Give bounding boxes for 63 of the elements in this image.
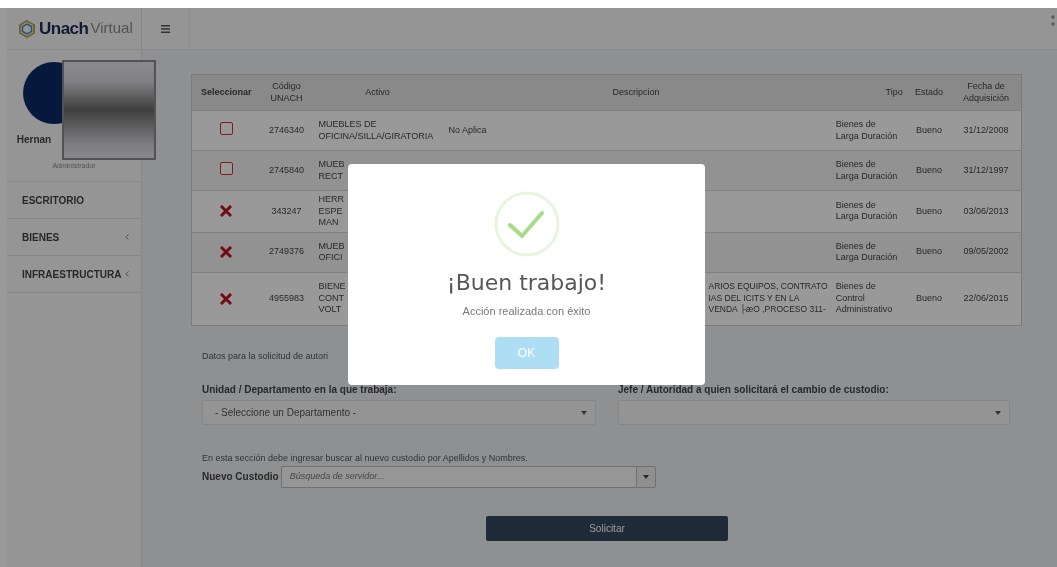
sidebar-item[interactable]: BIENES (7, 219, 141, 256)
table-cell-text: BIENE (318, 281, 347, 293)
column-header: Tipo (829, 74, 907, 111)
table-cell: Bueno (906, 232, 952, 272)
table-cell: Bienes de Larga Duración (835, 119, 898, 142)
table-cell-text: ESPE (318, 205, 344, 217)
caret-icon (995, 410, 1001, 415)
dialog-title: ¡Buen trabajo! (446, 269, 607, 297)
column-header: Fecha de Adquisición (951, 74, 1022, 111)
table-cell-text: No Aplica (448, 124, 488, 137)
dialog-message: Acción realizada con éxito (462, 304, 591, 319)
table-cell-text: VOLT (318, 304, 343, 316)
table-cell: 4955983 (260, 272, 313, 325)
sidebar-item[interactable]: INFRAESTRUCTURA (7, 256, 141, 293)
custodian-search-field[interactable]: Búsqueda de servidor... (280, 465, 636, 488)
caret-icon (581, 410, 587, 415)
column-header: Seleccionar (191, 74, 261, 111)
table-cell: ARIOS EQUIPOS, CONTRATO (708, 281, 828, 293)
menu-icon[interactable] (161, 24, 170, 33)
column-header: Estado (906, 74, 952, 111)
logo-text: Unach (39, 17, 89, 40)
table-cell: Bueno (906, 272, 952, 325)
logo-icon (17, 18, 37, 39)
table-cell-text: MUEBLES DE (318, 119, 378, 131)
table-cell-text: IAS DEL ICITS Y EN LA (708, 292, 801, 304)
caret-icon (642, 474, 649, 479)
table-cell-text: HERR (318, 194, 345, 206)
intro-text: Datos para la solicitud de autori (202, 350, 329, 361)
checkbox[interactable] (219, 162, 233, 176)
table-cell-text: MUEB (318, 240, 346, 252)
dropdown-button[interactable] (635, 465, 656, 488)
department-select[interactable]: - Seleccione un Departamento - (202, 400, 596, 425)
user-name: Hernan (15, 134, 53, 145)
table-cell: 2745840 (260, 150, 313, 191)
logo-text: Virtual (90, 18, 133, 39)
success-check-icon (493, 191, 560, 257)
table-cell: 22/06/2015 (951, 272, 1022, 325)
column-header: Código UNACH (260, 74, 313, 111)
field-label: Unidad / Departamento en la que trabaja: (202, 383, 398, 397)
table-cell: Bueno (906, 150, 952, 191)
expand-icon[interactable] (1051, 14, 1057, 27)
hint-text: En esta sección debe ingresar buscar al nuevo custodio por Apellidos y Nombres. (202, 452, 529, 465)
table-cell: Bienes de Larga Duración (835, 199, 898, 223)
table-cell-text: CONT (318, 292, 345, 305)
table-cell-text: RECT (318, 170, 344, 182)
checkbox[interactable] (219, 122, 233, 136)
table-cell: 09/05/2002 (951, 232, 1022, 272)
table-cell-text: OFICINA/SILLA/GIRATORIA (318, 130, 435, 142)
submit-button[interactable]: Solicitar (486, 515, 728, 541)
table-cell: 2749376 (260, 232, 313, 272)
field-label: Nuevo Custodio (202, 470, 279, 484)
table-cell-text: OFICI (318, 252, 344, 264)
table-cell-text: Bienes de Control Administrativo (835, 281, 894, 316)
table-cell-text: VENDA ├æO ,PROCESO 311- (708, 304, 827, 316)
sidebar-item[interactable]: ESCRITORIO (7, 182, 141, 219)
column-header: Descripcion (442, 74, 830, 111)
table-cell: 31/12/1997 (951, 150, 1022, 191)
column-header: Activo (312, 74, 443, 111)
table-cell: Bienes de Larga Duración (835, 159, 898, 182)
table-cell: Bienes de Larga Duración (835, 240, 898, 264)
table-cell-text: MAN (318, 217, 340, 229)
field-label: Jefe / Autoridad a quien solicitará el cambio de custodio: (618, 383, 890, 397)
table-cell-text: MUEB (318, 159, 346, 171)
